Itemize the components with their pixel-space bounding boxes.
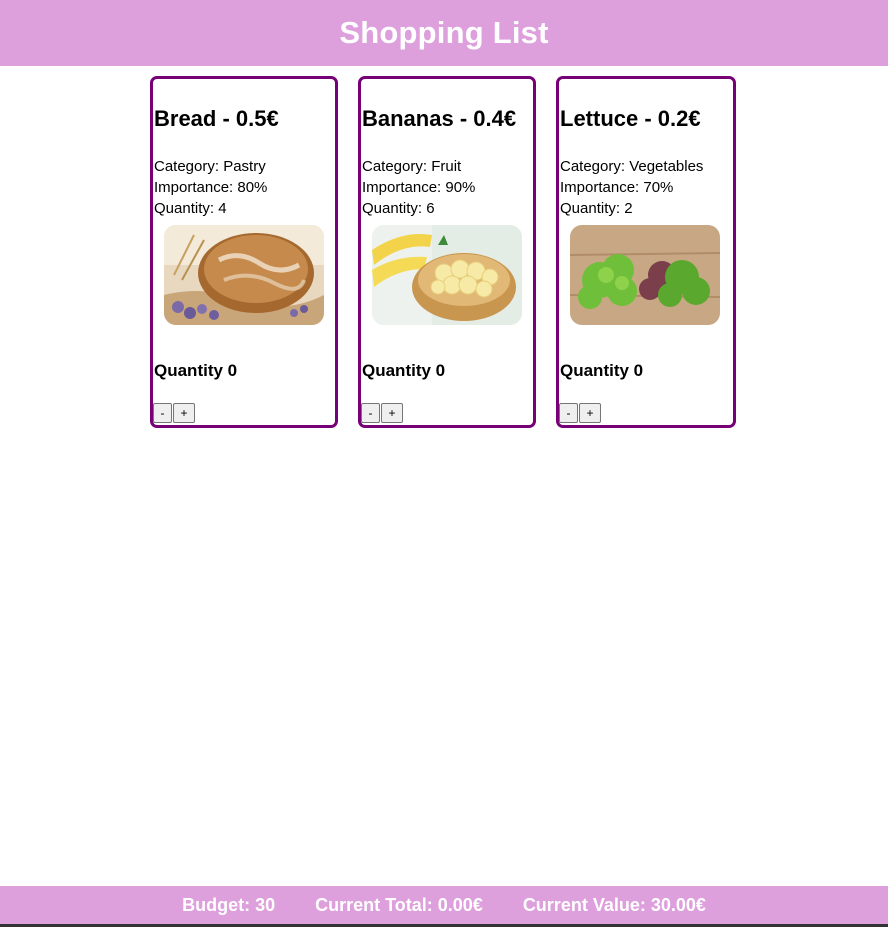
product-category: Category: Pastry bbox=[154, 158, 266, 175]
product-category: Category: Fruit bbox=[362, 158, 462, 175]
product-card-lettuce: Lettuce - 0.2€ Category: Vegetables Impo… bbox=[556, 76, 736, 428]
product-info: Category: Pastry Importance: 80% Quantit… bbox=[154, 156, 267, 219]
product-title: Lettuce - 0.2€ bbox=[560, 106, 701, 131]
app-header: Shopping List bbox=[0, 0, 888, 66]
lettuce-image bbox=[570, 225, 720, 325]
product-title: Bananas - 0.4€ bbox=[362, 106, 517, 131]
quantity-controls: - + bbox=[559, 403, 602, 423]
decrease-button[interactable]: - bbox=[153, 403, 172, 423]
quantity-controls: - + bbox=[361, 403, 404, 423]
decrease-button[interactable]: - bbox=[361, 403, 380, 423]
page-title: Shopping List bbox=[339, 15, 549, 50]
increase-button[interactable]: + bbox=[173, 403, 195, 423]
current-value-label: Current Value: 30.00€ bbox=[522, 894, 706, 915]
product-info: Category: Vegetables Importance: 70% Qua… bbox=[560, 156, 703, 219]
product-quantity: Quantity: 2 bbox=[560, 200, 633, 217]
product-importance: Importance: 90% bbox=[362, 179, 476, 196]
budget-label: Budget: 30 bbox=[182, 894, 276, 915]
product-category: Category: Vegetables bbox=[560, 158, 704, 175]
product-quantity: Quantity: 6 bbox=[362, 200, 435, 217]
increase-button[interactable]: + bbox=[579, 403, 601, 423]
product-info: Category: Fruit Importance: 90% Quantity… bbox=[362, 156, 475, 219]
product-list: Bread - 0.5€ Category: Pastry Importance… bbox=[150, 76, 738, 428]
product-quantity: Quantity: 4 bbox=[154, 200, 227, 217]
product-importance: Importance: 80% bbox=[154, 179, 268, 196]
product-title: Bread - 0.5€ bbox=[154, 106, 279, 131]
summary-footer: Budget: 30 Current Total: 0.00€ Current … bbox=[0, 886, 888, 927]
bananas-image bbox=[372, 225, 522, 325]
product-card-bananas: Bananas - 0.4€ Category: Fruit Importanc… bbox=[358, 76, 536, 428]
product-importance: Importance: 70% bbox=[560, 179, 674, 196]
selected-quantity: Quantity 0 bbox=[560, 361, 644, 380]
product-card-bread: Bread - 0.5€ Category: Pastry Importance… bbox=[150, 76, 338, 428]
quantity-controls: - + bbox=[153, 403, 196, 423]
decrease-button[interactable]: - bbox=[559, 403, 578, 423]
current-total-label: Current Total: 0.00€ bbox=[315, 894, 483, 915]
increase-button[interactable]: + bbox=[381, 403, 403, 423]
selected-quantity: Quantity 0 bbox=[154, 361, 238, 380]
selected-quantity: Quantity 0 bbox=[362, 361, 446, 380]
bread-image bbox=[164, 225, 324, 325]
